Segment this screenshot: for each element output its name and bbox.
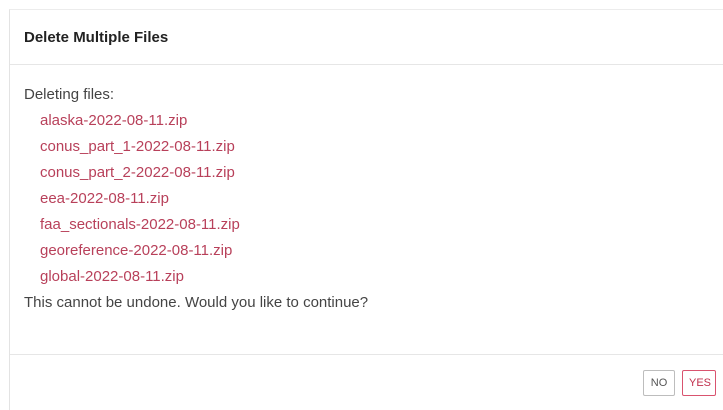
file-list: alaska-2022-08-11.zip conus_part_1-2022-… [24, 108, 723, 290]
file-item: conus_part_1-2022-08-11.zip [40, 138, 235, 155]
file-item: georeference-2022-08-11.zip [40, 242, 233, 259]
delete-files-dialog: Delete Multiple Files Deleting files: al… [9, 9, 723, 410]
confirmation-message: This cannot be undone. Would you like to… [24, 294, 369, 311]
file-item: eea-2022-08-11.zip [40, 190, 169, 207]
dialog-header: Delete Multiple Files [10, 10, 723, 65]
dialog-title: Delete Multiple Files [24, 28, 169, 46]
file-item: alaska-2022-08-11.zip [40, 112, 188, 129]
yes-button[interactable]: YES [682, 370, 716, 396]
file-item: global-2022-08-11.zip [40, 268, 184, 285]
dialog-footer: NO YES [10, 355, 723, 410]
no-button[interactable]: NO [643, 370, 675, 396]
file-item: conus_part_2-2022-08-11.zip [40, 164, 235, 181]
dialog-body: Deleting files: alaska-2022-08-11.zip co… [10, 65, 723, 355]
deleting-files-label: Deleting files: [24, 86, 115, 103]
file-item: faa_sectionals-2022-08-11.zip [40, 216, 240, 233]
